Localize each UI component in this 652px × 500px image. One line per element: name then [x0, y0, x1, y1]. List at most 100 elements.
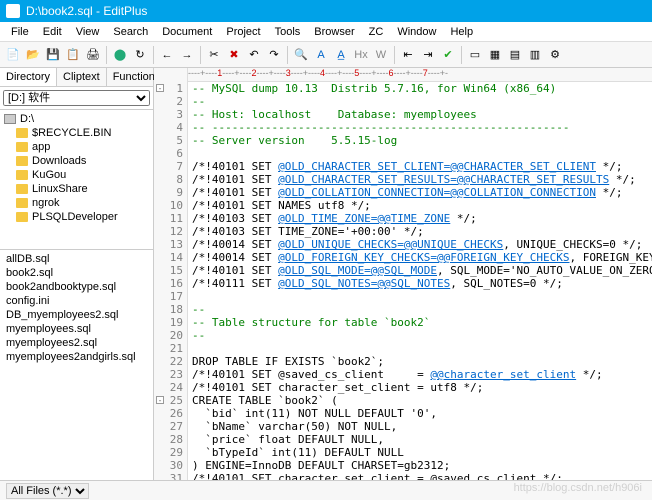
code-line[interactable]: `bTypeId` int(11) DEFAULT NULL [188, 446, 652, 459]
refresh-icon[interactable]: ↻ [131, 46, 149, 64]
code-line[interactable]: CREATE TABLE `book2` ( [188, 394, 652, 407]
code-line[interactable]: -- [188, 329, 652, 342]
code-line[interactable]: /*!40101 SET @saved_cs_client = @@charac… [188, 368, 652, 381]
code-line[interactable]: /*!40103 SET TIME_ZONE='+00:00' */; [188, 225, 652, 238]
font-a2-icon[interactable]: A̲ [332, 46, 350, 64]
tree-root[interactable]: D:\ [2, 112, 151, 126]
code-line[interactable]: /*!40111 SET @OLD_SQL_NOTES=@@SQL_NOTES,… [188, 277, 652, 290]
browser-icon[interactable]: ⬤ [111, 46, 129, 64]
file-item[interactable]: DB_myemployees2.sql [2, 308, 151, 322]
tree-item[interactable]: LinuxShare [2, 182, 151, 196]
tree-label: ngrok [32, 197, 60, 209]
menubar: FileEditViewSearchDocumentProjectToolsBr… [0, 22, 652, 42]
code-line[interactable]: /*!40101 SET character_set_client = utf8… [188, 381, 652, 394]
cascade-icon[interactable]: ▤ [506, 46, 524, 64]
file-item[interactable]: config.ini [2, 294, 151, 308]
tree-item[interactable]: PLSQLDeveloper [2, 210, 151, 224]
code-line[interactable]: -- MySQL dump 10.13 Distrib 5.7.16, for … [188, 82, 652, 95]
fold-toggle[interactable]: - [156, 84, 164, 92]
code-line[interactable] [188, 342, 652, 355]
cut-icon[interactable]: ✂ [205, 46, 223, 64]
code-line[interactable]: /*!40101 SET @OLD_CHARACTER_SET_RESULTS=… [188, 173, 652, 186]
gear-icon[interactable]: ⚙ [546, 46, 564, 64]
editor: ----+----1----+----2----+----3----+----4… [154, 68, 652, 480]
back-icon[interactable]: ← [158, 46, 176, 64]
code-line[interactable]: -- -------------------------------------… [188, 121, 652, 134]
undo-icon[interactable]: ↶ [245, 46, 263, 64]
tab-directory[interactable]: Directory [0, 68, 57, 86]
window-icon[interactable]: ▭ [466, 46, 484, 64]
save-copy-icon[interactable]: 📋 [64, 46, 82, 64]
tree-item[interactable]: $RECYCLE.BIN [2, 126, 151, 140]
fold-toggle[interactable]: - [156, 396, 164, 404]
code-line[interactable]: -- Server version 5.5.15-log [188, 134, 652, 147]
menu-browser[interactable]: Browser [307, 24, 361, 40]
line-gutter: 1-23456789101112131415161718192021222324… [154, 68, 188, 480]
code-line[interactable] [188, 147, 652, 160]
new-file-icon[interactable]: 📄 [4, 46, 22, 64]
code-line[interactable]: /*!40014 SET @OLD_FOREIGN_KEY_CHECKS=@@F… [188, 251, 652, 264]
save-icon[interactable]: 💾 [44, 46, 62, 64]
forward-icon[interactable]: → [178, 46, 196, 64]
code-line[interactable]: /*!40101 SET @OLD_SQL_MODE=@@SQL_MODE, S… [188, 264, 652, 277]
tile-icon[interactable]: ▦ [486, 46, 504, 64]
menu-file[interactable]: File [4, 24, 36, 40]
wrap-icon[interactable]: W [372, 46, 390, 64]
code-line[interactable]: -- [188, 303, 652, 316]
file-item[interactable]: myemployees.sql [2, 322, 151, 336]
menu-window[interactable]: Window [390, 24, 443, 40]
menu-tools[interactable]: Tools [268, 24, 308, 40]
print-icon[interactable]: 🖨 [84, 46, 102, 64]
folder-tree[interactable]: D:\ $RECYCLE.BINappDownloadsKuGouLinuxSh… [0, 110, 153, 250]
code-line[interactable]: /*!40101 SET NAMES utf8 */; [188, 199, 652, 212]
tree-item[interactable]: ngrok [2, 196, 151, 210]
code-line[interactable]: `bName` varchar(50) NOT NULL, [188, 420, 652, 433]
check-icon[interactable]: ✔ [439, 46, 457, 64]
sidebar-tabs: DirectoryCliptextFunctions [0, 68, 153, 87]
font-a-icon[interactable]: A [312, 46, 330, 64]
menu-document[interactable]: Document [155, 24, 219, 40]
file-item[interactable]: book2andbooktype.sql [2, 280, 151, 294]
code-line[interactable]: `price` float DEFAULT NULL, [188, 433, 652, 446]
file-filter-dropdown[interactable]: All Files (*.*) [6, 483, 89, 499]
indent-left-icon[interactable]: ⇤ [399, 46, 417, 64]
open-file-icon[interactable]: 📂 [24, 46, 42, 64]
file-list[interactable]: allDB.sqlbook2.sqlbook2andbooktype.sqlco… [0, 250, 153, 480]
file-item[interactable]: myemployees2.sql [2, 336, 151, 350]
file-item[interactable]: book2.sql [2, 266, 151, 280]
menu-zc[interactable]: ZC [362, 24, 391, 40]
menu-view[interactable]: View [69, 24, 107, 40]
code-line[interactable]: /*!40101 SET @OLD_CHARACTER_SET_CLIENT=@… [188, 160, 652, 173]
tree-item[interactable]: Downloads [2, 154, 151, 168]
tab-cliptext[interactable]: Cliptext [57, 68, 107, 86]
statusbar: All Files (*.*) [0, 480, 652, 500]
copy-icon[interactable]: ✖ [225, 46, 243, 64]
hex-icon[interactable]: Hx [352, 46, 370, 64]
code-line[interactable]: `bid` int(11) NOT NULL DEFAULT '0', [188, 407, 652, 420]
menu-help[interactable]: Help [443, 24, 480, 40]
search-icon[interactable]: 🔍 [292, 46, 310, 64]
code-line[interactable]: -- Table structure for table `book2` [188, 316, 652, 329]
code-line[interactable]: /*!40101 SET @OLD_COLLATION_CONNECTION=@… [188, 186, 652, 199]
main-area: DirectoryCliptextFunctions [D:] 软件 D:\ $… [0, 68, 652, 480]
code-line[interactable]: -- [188, 95, 652, 108]
file-item[interactable]: allDB.sql [2, 252, 151, 266]
code-line[interactable]: /*!40101 SET character_set_client = @sav… [188, 472, 652, 480]
menu-edit[interactable]: Edit [36, 24, 69, 40]
code-area[interactable]: -- MySQL dump 10.13 Distrib 5.7.16, for … [188, 68, 652, 480]
code-line[interactable] [188, 290, 652, 303]
file-item[interactable]: myemployees2andgirls.sql [2, 350, 151, 364]
code-line[interactable]: -- Host: localhost Database: myemployees [188, 108, 652, 121]
code-line[interactable]: ) ENGINE=InnoDB DEFAULT CHARSET=gb2312; [188, 459, 652, 472]
code-line[interactable]: /*!40103 SET @OLD_TIME_ZONE=@@TIME_ZONE … [188, 212, 652, 225]
redo-icon[interactable]: ↷ [265, 46, 283, 64]
code-line[interactable]: DROP TABLE IF EXISTS `book2`; [188, 355, 652, 368]
code-line[interactable]: /*!40014 SET @OLD_UNIQUE_CHECKS=@@UNIQUE… [188, 238, 652, 251]
tree-item[interactable]: KuGou [2, 168, 151, 182]
indent-right-icon[interactable]: ⇥ [419, 46, 437, 64]
menu-search[interactable]: Search [106, 24, 155, 40]
tree-item[interactable]: app [2, 140, 151, 154]
split-icon[interactable]: ▥ [526, 46, 544, 64]
menu-project[interactable]: Project [219, 24, 267, 40]
drive-dropdown[interactable]: [D:] 软件 [3, 90, 150, 106]
